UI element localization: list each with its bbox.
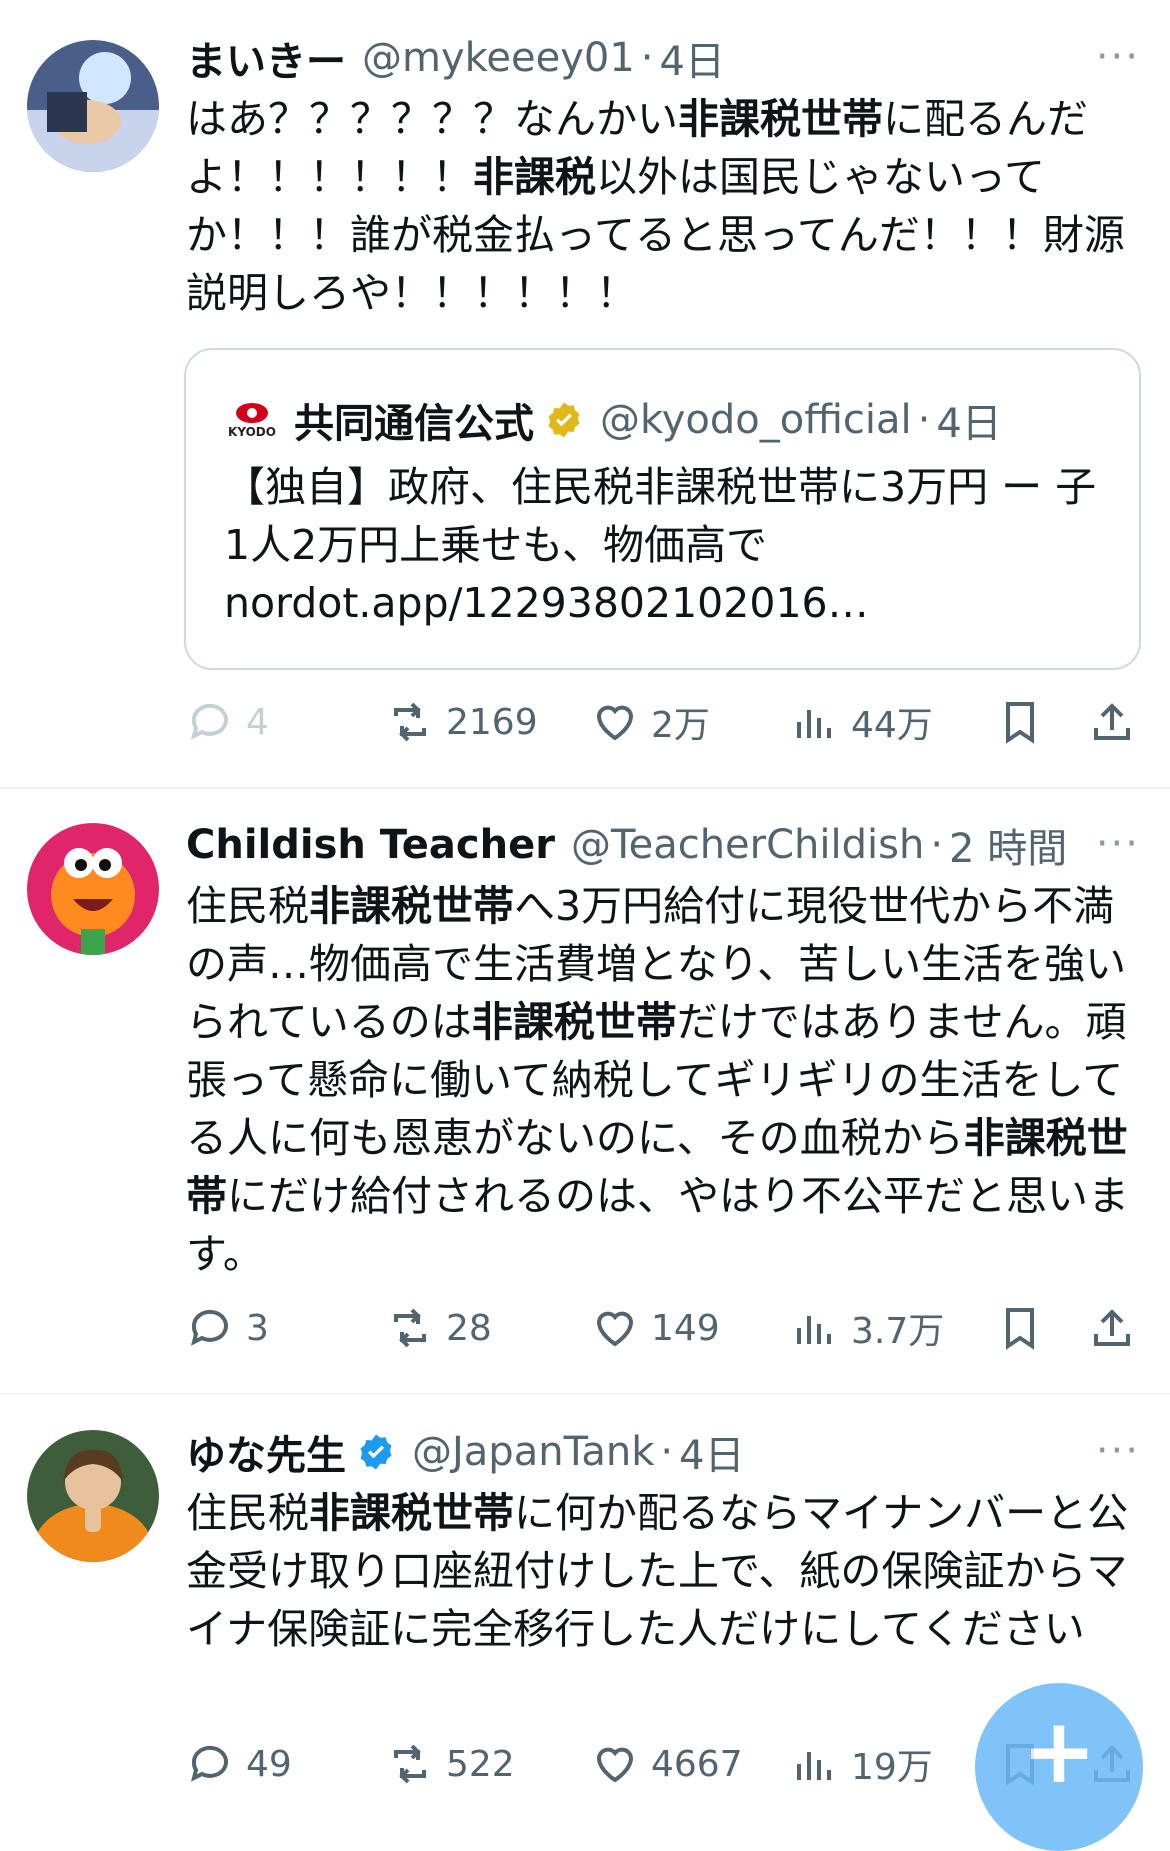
user-handle[interactable]: @mykeeey01	[362, 35, 635, 81]
action-bar: 4 2169 2万 44万	[186, 692, 1146, 752]
quote-timestamp: 4日	[936, 401, 1002, 447]
compose-fab-button[interactable]: +	[975, 1683, 1143, 1851]
display-name[interactable]: まいきー	[186, 29, 346, 87]
views-button[interactable]: 3.7万	[791, 1298, 944, 1358]
bookmark-button[interactable]	[996, 1298, 1056, 1358]
reply-count: 49	[246, 1743, 292, 1785]
quote-text: 【独自】政府、住民税非課税世帯に3万円 ー 子1人2万円上乗せも、物価高で no…	[224, 463, 1097, 627]
like-count: 2万	[651, 705, 710, 746]
like-button[interactable]: 4667	[591, 1734, 743, 1794]
timestamp[interactable]: 4日	[679, 1423, 744, 1481]
more-options-icon[interactable]: ···	[1096, 34, 1140, 80]
tweet-header: ゆな先生 @JapanTank · 4日	[186, 1422, 1150, 1482]
views-chart-icon	[797, 1752, 831, 1780]
user-handle[interactable]: @JapanTank	[412, 1429, 654, 1475]
bookmark-icon	[1006, 1308, 1034, 1350]
display-name[interactable]: ゆな先生	[186, 1423, 346, 1481]
share-button[interactable]	[1088, 692, 1148, 752]
tweet-header: Childish Teacher @TeacherChildish · 2 時間	[186, 815, 1150, 875]
bookmark-button[interactable]	[996, 692, 1056, 752]
heart-icon	[596, 1747, 634, 1783]
heart-icon	[596, 1311, 634, 1347]
views-chart-icon	[797, 710, 831, 738]
verified-blue-icon	[360, 1434, 392, 1470]
retweet-count: 522	[446, 1743, 515, 1785]
views-count: 19万	[851, 1747, 933, 1788]
timestamp[interactable]: 2 時間	[949, 816, 1067, 874]
like-count: 4667	[651, 1743, 743, 1785]
bookmark-icon	[1006, 702, 1034, 744]
retweet-icon	[394, 1308, 426, 1348]
retweet-count: 2169	[446, 701, 538, 743]
action-bar: 3 28 149 3.7万	[186, 1298, 1146, 1358]
timestamp[interactable]: 4日	[660, 29, 725, 87]
more-options-icon[interactable]: ···	[1096, 1428, 1140, 1474]
share-button[interactable]	[1088, 1298, 1148, 1358]
separator-dot: ·	[930, 822, 944, 868]
like-count: 149	[651, 1307, 720, 1349]
separator-dot: ·	[660, 1429, 674, 1475]
quote-header: KYODO 共同通信公式 @kyodo_official · 4日	[224, 390, 1002, 450]
tweet-divider	[0, 1393, 1170, 1395]
separator-dot: ·	[917, 397, 931, 443]
retweet-count: 28	[446, 1307, 492, 1349]
tweet-header: まいきー @mykeeey01 · 4日	[186, 28, 1150, 88]
like-button[interactable]: 149	[591, 1298, 720, 1358]
reply-count: 4	[246, 701, 269, 743]
plus-icon: +	[1021, 1699, 1097, 1804]
views-count: 3.7万	[851, 1311, 945, 1352]
user-handle[interactable]: @TeacherChildish	[571, 822, 924, 868]
reply-icon	[191, 703, 228, 740]
retweet-button[interactable]: 28	[386, 1298, 492, 1358]
quote-user-handle: @kyodo_official	[600, 397, 912, 443]
quoted-tweet[interactable]: KYODO 共同通信公式 @kyodo_official · 4日 【独自】政府…	[184, 348, 1141, 670]
kyodo-logo-icon: KYODO	[224, 401, 280, 439]
retweet-button[interactable]: 522	[386, 1734, 515, 1794]
retweet-icon	[394, 1744, 426, 1784]
tweet-text: 住民税非課税世帯へ3万円給付に現役世代から不満の声…物価高で生活費増となり、苦し…	[186, 882, 1129, 1278]
separator-dot: ·	[640, 35, 654, 81]
reply-button[interactable]: 49	[186, 1734, 292, 1794]
quote-display-name: 共同通信公式	[294, 401, 534, 447]
like-button[interactable]: 2万	[591, 692, 710, 752]
share-icon	[1094, 1309, 1130, 1346]
reply-count: 3	[246, 1307, 269, 1349]
more-options-icon[interactable]: ···	[1096, 821, 1140, 867]
avatar[interactable]	[27, 1430, 159, 1562]
reply-icon	[191, 1309, 228, 1346]
display-name[interactable]: Childish Teacher	[186, 822, 555, 868]
tweet-divider	[0, 787, 1170, 789]
tweet-text: 住民税非課税世帯に何か配るならマイナンバーと公金受け取り口座紐付けした上で、紙の…	[186, 1489, 1129, 1653]
views-button[interactable]: 44万	[791, 692, 933, 752]
avatar[interactable]	[27, 823, 159, 955]
retweet-button[interactable]: 2169	[386, 692, 538, 752]
tweet-text: はあ？？？？？？なんかい非課税世帯に配るんだよ！！！！！！非課税以外は国民じゃな…	[186, 95, 1125, 317]
heart-icon	[596, 705, 634, 741]
retweet-icon	[394, 702, 426, 742]
views-count: 44万	[851, 705, 933, 746]
verified-gold-icon	[548, 402, 580, 438]
reply-icon	[191, 1745, 228, 1782]
reply-button[interactable]: 3	[186, 1298, 269, 1358]
share-icon	[1094, 703, 1130, 740]
views-button[interactable]: 19万	[791, 1734, 933, 1794]
views-chart-icon	[797, 1316, 831, 1344]
reply-button[interactable]: 4	[186, 692, 269, 752]
avatar[interactable]	[27, 40, 159, 172]
